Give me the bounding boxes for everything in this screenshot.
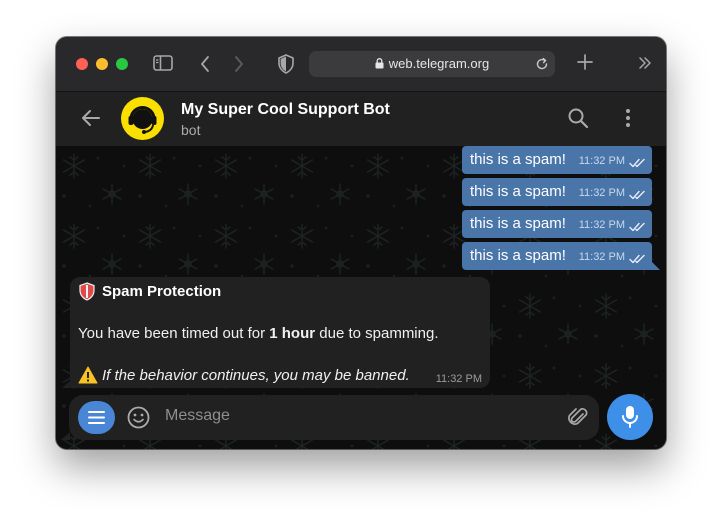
double-check-icon — [629, 155, 647, 172]
message-bubble-outgoing[interactable]: this is a spam! 11:32 PM — [462, 210, 652, 238]
chevron-left-icon[interactable] — [199, 55, 211, 78]
message-text: this is a spam! — [470, 215, 566, 232]
address-bar[interactable]: web.telegram.org — [309, 51, 555, 77]
message-list[interactable]: this is a spam! 11:32 PM this is a spam!… — [56, 146, 666, 449]
record-voice-button[interactable] — [607, 394, 653, 440]
message-time: 11:32 PM — [578, 155, 625, 167]
message-bubble-outgoing[interactable]: this is a spam! 11:32 PM — [462, 146, 652, 174]
zoom-window-button[interactable] — [116, 58, 128, 70]
url-text: web.telegram.org — [388, 56, 490, 71]
double-check-icon — [629, 251, 647, 268]
double-chevron-icon[interactable] — [638, 56, 652, 75]
browser-window: web.telegram.org My Super Cool Support B… — [56, 37, 666, 449]
warning-icon — [78, 366, 98, 388]
minimize-window-button[interactable] — [96, 58, 108, 70]
chat-header: My Super Cool Support Bot bot — [56, 92, 666, 146]
lock-icon — [375, 57, 384, 72]
message-text-prefix: You have been timed out for — [78, 325, 270, 342]
shield-icon[interactable] — [278, 54, 294, 79]
close-window-button[interactable] — [76, 58, 88, 70]
url-display: web.telegram.org — [309, 56, 555, 72]
double-check-icon — [629, 219, 647, 236]
sidebar-icon[interactable] — [153, 54, 173, 77]
browser-toolbar: web.telegram.org — [56, 37, 666, 92]
arrow-left-icon[interactable] — [81, 109, 101, 132]
menu-icon — [88, 411, 105, 424]
message-time: 11:32 PM — [578, 251, 625, 263]
message-text: this is a spam! — [470, 247, 566, 264]
avatar[interactable] — [121, 97, 164, 140]
plus-icon[interactable] — [577, 54, 593, 75]
warning-text: If the behavior continues, you may be ba… — [102, 367, 410, 384]
message-time: 11:32 PM — [435, 373, 482, 385]
message-text: this is a spam! — [470, 183, 566, 200]
headset-icon — [128, 106, 157, 134]
message-text: You have been timed out for 1 hour due t… — [78, 325, 439, 342]
double-check-icon — [629, 187, 647, 204]
message-text-suffix: due to spamming. — [315, 325, 439, 342]
paperclip-icon[interactable] — [568, 406, 588, 434]
reload-icon[interactable] — [535, 57, 549, 76]
composer-tail — [61, 432, 70, 440]
more-vertical-icon[interactable] — [625, 107, 631, 134]
message-input[interactable]: Message — [165, 407, 230, 425]
message-title: Spam Protection — [102, 283, 222, 300]
chevron-right-icon[interactable] — [233, 55, 245, 78]
message-composer: Message — [69, 395, 599, 440]
message-text-bold: 1 hour — [269, 325, 316, 342]
message-time: 11:32 PM — [578, 187, 625, 199]
message-bubble-outgoing[interactable]: this is a spam! 11:32 PM — [462, 178, 652, 206]
bubble-tail — [652, 262, 660, 270]
bot-menu-button[interactable] — [78, 401, 115, 434]
chat-title: My Super Cool Support Bot — [181, 101, 390, 118]
search-icon[interactable] — [567, 107, 589, 134]
message-time: 11:32 PM — [578, 219, 625, 231]
message-bubble-outgoing[interactable]: this is a spam! 11:32 PM — [462, 242, 652, 270]
bubble-tail — [62, 380, 71, 388]
chat-status: bot — [181, 122, 201, 138]
emoji-icon[interactable] — [127, 406, 150, 434]
red-shield-icon — [79, 282, 95, 305]
microphone-icon — [622, 406, 638, 428]
message-bubble-incoming[interactable]: Spam Protection You have been timed out … — [70, 277, 490, 388]
message-text: this is a spam! — [470, 151, 566, 168]
